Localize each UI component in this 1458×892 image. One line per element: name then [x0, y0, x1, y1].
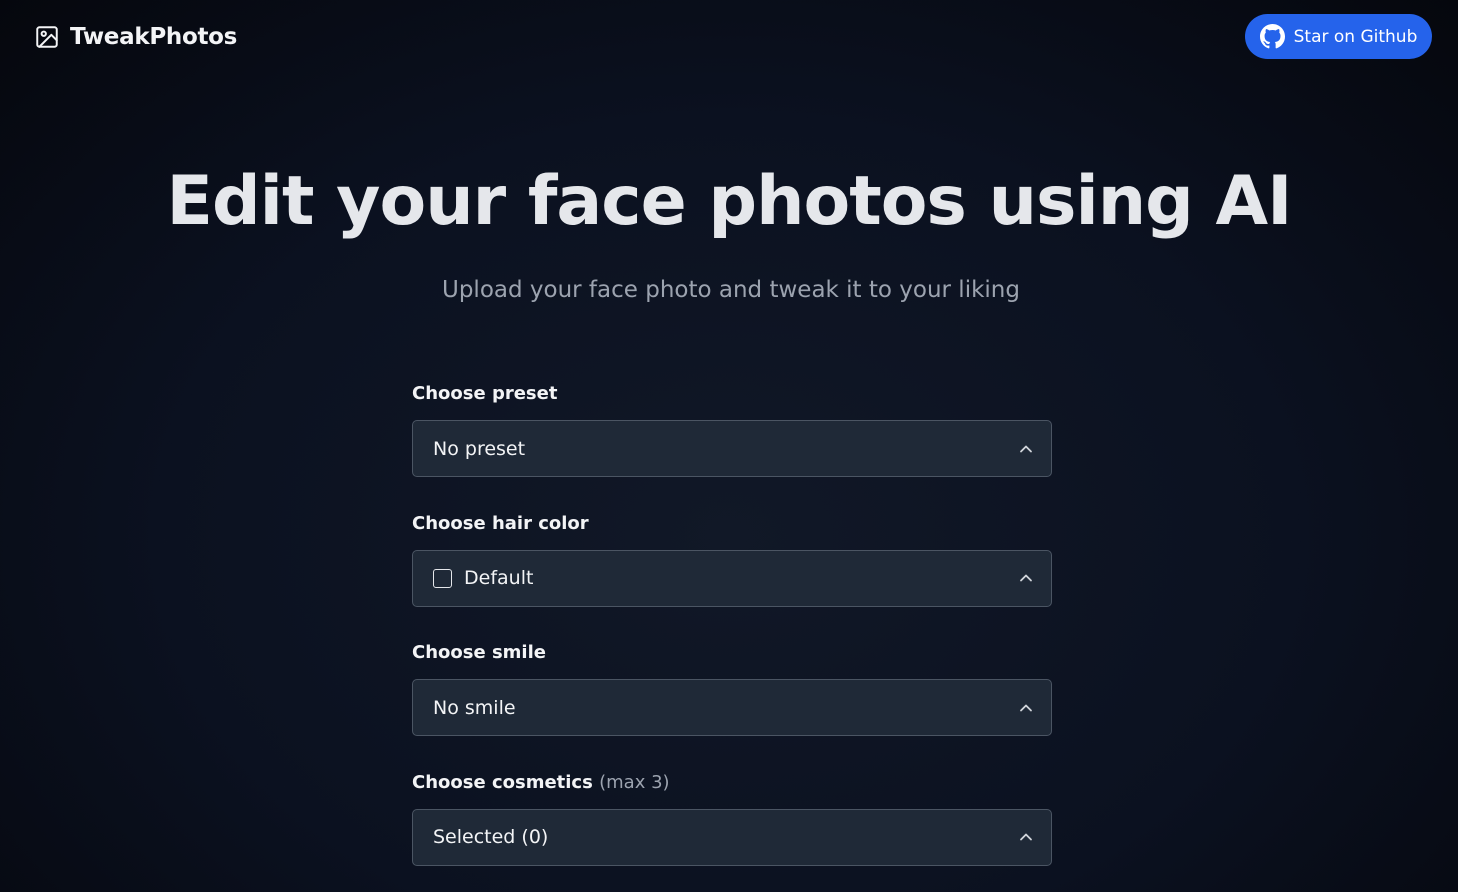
cosmetics-field: Choose cosmetics (max 3) Selected (0) [412, 769, 1052, 892]
hair-color-label: Choose hair color [412, 510, 1052, 550]
hair-color-select[interactable]: Default [412, 549, 1052, 607]
preset-selected-value: No preset [433, 437, 526, 460]
brand-logo[interactable]: TweakPhotos [34, 24, 237, 50]
cosmetics-label: Choose cosmetics (max 3) [412, 769, 1052, 809]
preset-label: Choose preset [412, 380, 1052, 420]
hair-color-field: Choose hair color Default [412, 510, 1052, 640]
smile-field: Choose smile No smile [412, 639, 1052, 769]
top-nav: TweakPhotos Star on Github [0, 0, 1458, 76]
cosmetics-max-hint: (max 3) [599, 771, 670, 793]
cosmetics-label-text: Choose cosmetics [412, 771, 593, 793]
brand-name: TweakPhotos [70, 24, 238, 50]
tweak-form: Choose preset No preset Choose hair colo… [412, 380, 1052, 892]
smile-select[interactable]: No smile [412, 679, 1052, 736]
hair-color-label-text: Choose hair color [412, 512, 589, 534]
chevron-up-icon [1020, 704, 1032, 711]
star-on-github-button[interactable]: Star on Github [1245, 14, 1432, 59]
cosmetics-selected-count: Selected (0) [433, 826, 549, 848]
chevron-up-icon [1020, 833, 1032, 841]
github-icon [1259, 24, 1285, 49]
preset-select[interactable]: No preset [412, 420, 1052, 477]
photo-icon [36, 26, 58, 48]
cosmetics-select[interactable]: Selected (0) [412, 808, 1052, 866]
chevron-up-icon [1020, 574, 1032, 582]
hair-color-selected-value: Default [464, 567, 534, 589]
smile-selected-value: No smile [433, 696, 516, 719]
hair-color-swatch-checkbox [433, 568, 452, 588]
preset-field: Choose preset No preset [412, 380, 1052, 510]
preset-label-text: Choose preset [412, 383, 558, 404]
page-title: Edit your face photos using AI [166, 162, 1293, 241]
chevron-up-icon [1020, 445, 1032, 452]
github-button-label: Star on Github [1293, 26, 1418, 47]
page-subtitle: Upload your face photo and tweak it to y… [442, 277, 1020, 303]
smile-label-text: Choose smile [412, 642, 546, 663]
smile-label: Choose smile [412, 639, 1052, 679]
